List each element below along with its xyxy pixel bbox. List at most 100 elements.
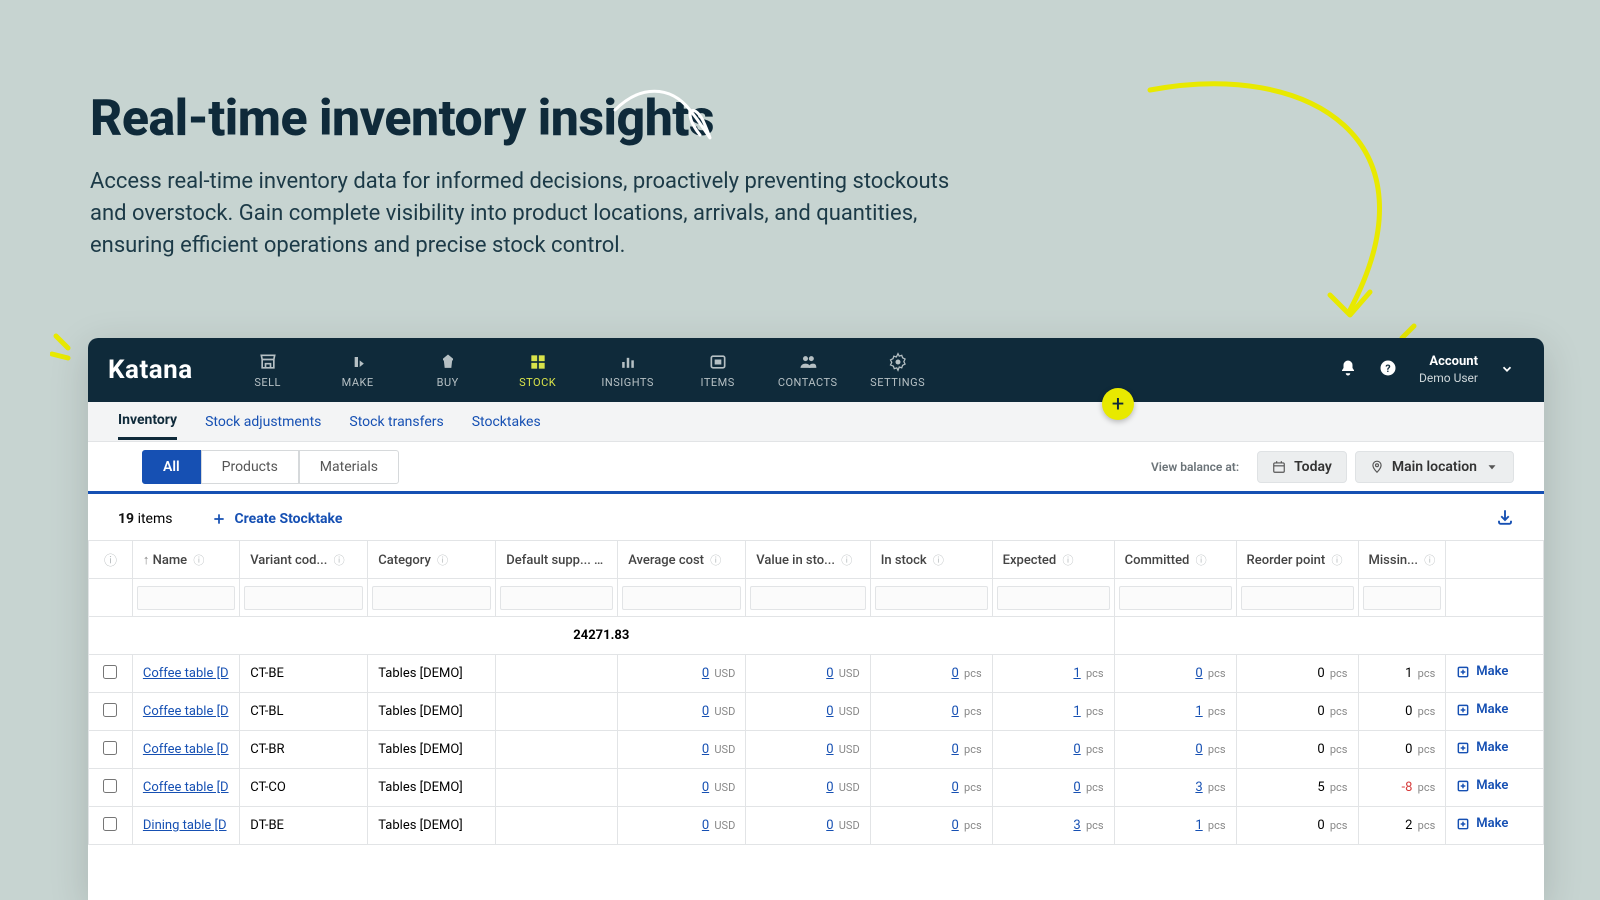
create-stocktake-button[interactable]: Create Stocktake [212, 511, 342, 527]
balance-label: View balance at: [1151, 460, 1239, 474]
expected[interactable]: 3 pcs [992, 807, 1114, 845]
expected[interactable]: 0 pcs [992, 731, 1114, 769]
add-button[interactable]: + [1102, 388, 1134, 420]
filter-input[interactable] [1363, 586, 1442, 610]
pill-tab-materials[interactable]: Materials [299, 450, 399, 484]
subtab-stocktakes[interactable]: Stocktakes [472, 405, 541, 439]
missing: 1 pcs [1358, 655, 1446, 693]
notifications-icon[interactable] [1339, 359, 1357, 381]
col-header[interactable]: Missin... ⓘ [1358, 541, 1446, 579]
nav-items[interactable]: ITEMS [673, 338, 763, 402]
calendar-icon [1272, 460, 1286, 474]
expected[interactable]: 0 pcs [992, 769, 1114, 807]
nav-insights[interactable]: INSIGHTS [583, 338, 673, 402]
avg-cost[interactable]: 0 USD [618, 807, 746, 845]
expected[interactable]: 1 pcs [992, 693, 1114, 731]
chevron-down-icon[interactable] [1500, 361, 1514, 380]
nav-settings[interactable]: SETTINGS [853, 338, 943, 402]
make-button[interactable]: Make [1456, 740, 1508, 755]
svg-text:?: ? [1385, 362, 1390, 375]
table-header-row: ⓘ↑ Name ⓘVariant cod... ⓘCategory ⓘDefau… [89, 541, 1544, 579]
item-link[interactable]: Coffee table [D [143, 742, 229, 757]
row-checkbox[interactable] [103, 665, 117, 679]
nav-contacts[interactable]: CONTACTS [763, 338, 853, 402]
value-in-stock[interactable]: 0 USD [746, 693, 870, 731]
filter-input[interactable] [244, 586, 363, 610]
category: Tables [DEMO] [368, 731, 496, 769]
in-stock[interactable]: 0 pcs [870, 693, 992, 731]
item-link[interactable]: Dining table [D [143, 818, 227, 833]
caret-down-icon [1485, 460, 1499, 474]
filter-input[interactable] [372, 586, 491, 610]
in-stock[interactable]: 0 pcs [870, 655, 992, 693]
row-checkbox[interactable] [103, 817, 117, 831]
avg-cost[interactable]: 0 USD [618, 693, 746, 731]
variant-code: CT-BE [240, 655, 368, 693]
nav-make[interactable]: MAKE [313, 338, 403, 402]
col-header[interactable]: Reorder point ⓘ [1236, 541, 1358, 579]
download-icon[interactable] [1496, 508, 1514, 530]
store-icon [258, 352, 278, 372]
committed[interactable]: 0 pcs [1114, 731, 1236, 769]
avg-cost[interactable]: 0 USD [618, 769, 746, 807]
subtab-stock-adjustments[interactable]: Stock adjustments [205, 405, 321, 439]
col-header[interactable]: ↑ Name ⓘ [132, 541, 239, 579]
col-header[interactable]: Default supp... ⓘ [496, 541, 618, 579]
value-in-stock[interactable]: 0 USD [746, 655, 870, 693]
in-stock[interactable]: 0 pcs [870, 769, 992, 807]
value-in-stock[interactable]: 0 USD [746, 731, 870, 769]
item-link[interactable]: Coffee table [D [143, 666, 229, 681]
variant-code: CT-BL [240, 693, 368, 731]
item-link[interactable]: Coffee table [D [143, 780, 229, 795]
date-chip[interactable]: Today [1257, 451, 1347, 483]
subtab-inventory[interactable]: Inventory [118, 403, 177, 440]
make-button[interactable]: Make [1456, 816, 1508, 831]
col-header[interactable]: Value in sto... ⓘ [746, 541, 870, 579]
location-chip[interactable]: Main location [1355, 451, 1514, 483]
nav-stock[interactable]: STOCK [493, 338, 583, 402]
value-in-stock[interactable]: 0 USD [746, 769, 870, 807]
expected[interactable]: 1 pcs [992, 655, 1114, 693]
row-checkbox[interactable] [103, 779, 117, 793]
make-button[interactable]: Make [1456, 664, 1508, 679]
brand-logo: Katana [108, 355, 193, 385]
nav-buy[interactable]: BUY [403, 338, 493, 402]
col-header[interactable]: Variant cod... ⓘ [240, 541, 368, 579]
missing: 0 pcs [1358, 693, 1446, 731]
pill-tab-products[interactable]: Products [201, 450, 299, 484]
col-header[interactable]: Committed ⓘ [1114, 541, 1236, 579]
account-menu[interactable]: Account Demo User [1419, 354, 1478, 385]
committed[interactable]: 1 pcs [1114, 807, 1236, 845]
committed[interactable]: 1 pcs [1114, 693, 1236, 731]
filter-input[interactable] [622, 586, 741, 610]
make-button[interactable]: Make [1456, 702, 1508, 717]
variant-code: CT-CO [240, 769, 368, 807]
col-header[interactable]: Expected ⓘ [992, 541, 1114, 579]
help-icon[interactable]: ? [1379, 359, 1397, 381]
col-header[interactable]: Category ⓘ [368, 541, 496, 579]
row-checkbox[interactable] [103, 741, 117, 755]
filter-input[interactable] [1241, 586, 1354, 610]
make-button[interactable]: Make [1456, 778, 1508, 793]
filter-input[interactable] [997, 586, 1110, 610]
committed[interactable]: 0 pcs [1114, 655, 1236, 693]
committed[interactable]: 3 pcs [1114, 769, 1236, 807]
avg-cost[interactable]: 0 USD [618, 655, 746, 693]
in-stock[interactable]: 0 pcs [870, 731, 992, 769]
subtab-stock-transfers[interactable]: Stock transfers [349, 405, 443, 439]
filter-input[interactable] [750, 586, 865, 610]
account-label: Account [1419, 354, 1478, 370]
avg-cost[interactable]: 0 USD [618, 731, 746, 769]
pill-tab-all[interactable]: All [142, 450, 201, 484]
nav-sell[interactable]: SELL [223, 338, 313, 402]
row-checkbox[interactable] [103, 703, 117, 717]
value-in-stock[interactable]: 0 USD [746, 807, 870, 845]
item-link[interactable]: Coffee table [D [143, 704, 229, 719]
filter-input[interactable] [137, 586, 235, 610]
in-stock[interactable]: 0 pcs [870, 807, 992, 845]
filter-input[interactable] [875, 586, 988, 610]
col-header[interactable]: In stock ⓘ [870, 541, 992, 579]
col-header[interactable]: Average cost ⓘ [618, 541, 746, 579]
filter-input[interactable] [1119, 586, 1232, 610]
filter-input[interactable] [500, 586, 613, 610]
